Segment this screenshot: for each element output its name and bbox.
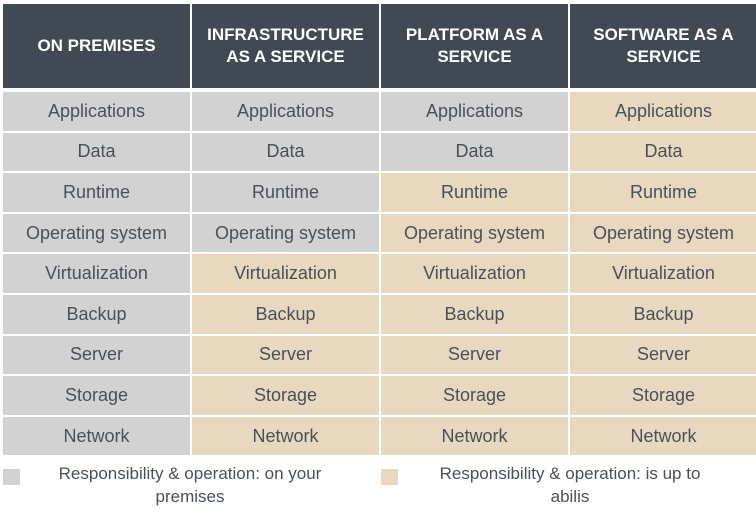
layer-cell: Runtime	[570, 173, 756, 212]
layer-cell: Operating system	[192, 213, 379, 253]
layer-cell: Data	[3, 132, 190, 172]
layer-cell: Network	[192, 416, 379, 456]
column-header: PLATFORM AS A SERVICE	[381, 4, 568, 88]
layer-cell: Runtime	[381, 173, 568, 212]
layer-cell: Applications	[570, 92, 756, 131]
layer-cell: Virtualization	[3, 254, 190, 293]
layer-cell: Virtualization	[381, 254, 568, 293]
layer-cell: Applications	[3, 92, 190, 131]
layer-cell: Network	[570, 416, 756, 456]
column-header: SOFTWARE AS A SERVICE	[570, 4, 756, 88]
layer-cell: Storage	[192, 376, 379, 415]
layer-cell: Data	[192, 132, 379, 172]
legend-swatch-provider	[381, 469, 398, 485]
layer-cell: Virtualization	[192, 254, 379, 293]
layer-cell: Operating system	[3, 213, 190, 253]
layer-cell: Storage	[570, 376, 756, 415]
layer-cell: Storage	[3, 376, 190, 415]
legend-swatch-on-premises	[3, 469, 20, 485]
layer-cell: Server	[570, 335, 756, 375]
layer-cell: Backup	[570, 294, 756, 334]
layer-cell: Operating system	[381, 213, 568, 253]
layer-cell: Network	[381, 416, 568, 456]
legend-label-provider: Responsibility & operation: is up to abi…	[439, 464, 701, 506]
layer-cell: Network	[3, 416, 190, 456]
layer-cell: Backup	[3, 294, 190, 334]
layer-cell: Server	[381, 335, 568, 375]
layer-cell: Server	[192, 335, 379, 375]
service-model-table: ON PREMISES INFRASTRUCTURE AS A SERVICE PL…	[3, 4, 756, 456]
layer-cell: Runtime	[192, 173, 379, 212]
legend-label-on-premises: Responsibility & operation: on your prem…	[58, 464, 322, 506]
layer-cell: Data	[570, 132, 756, 172]
layer-cell: Server	[3, 335, 190, 375]
layer-cell: Runtime	[3, 173, 190, 212]
layer-cell: Data	[381, 132, 568, 172]
layer-cell: Applications	[192, 92, 379, 131]
layer-cell: Virtualization	[570, 254, 756, 293]
column-header: ON PREMISES	[3, 4, 190, 88]
layer-cell: Backup	[381, 294, 568, 334]
layer-cell: Applications	[381, 92, 568, 131]
layer-cell: Storage	[381, 376, 568, 415]
layer-cell: Operating system	[570, 213, 756, 253]
legend: Responsibility & operation: on your prem…	[0, 462, 756, 512]
column-header: INFRASTRUCTURE AS A SERVICE	[192, 4, 379, 88]
layer-cell: Backup	[192, 294, 379, 334]
